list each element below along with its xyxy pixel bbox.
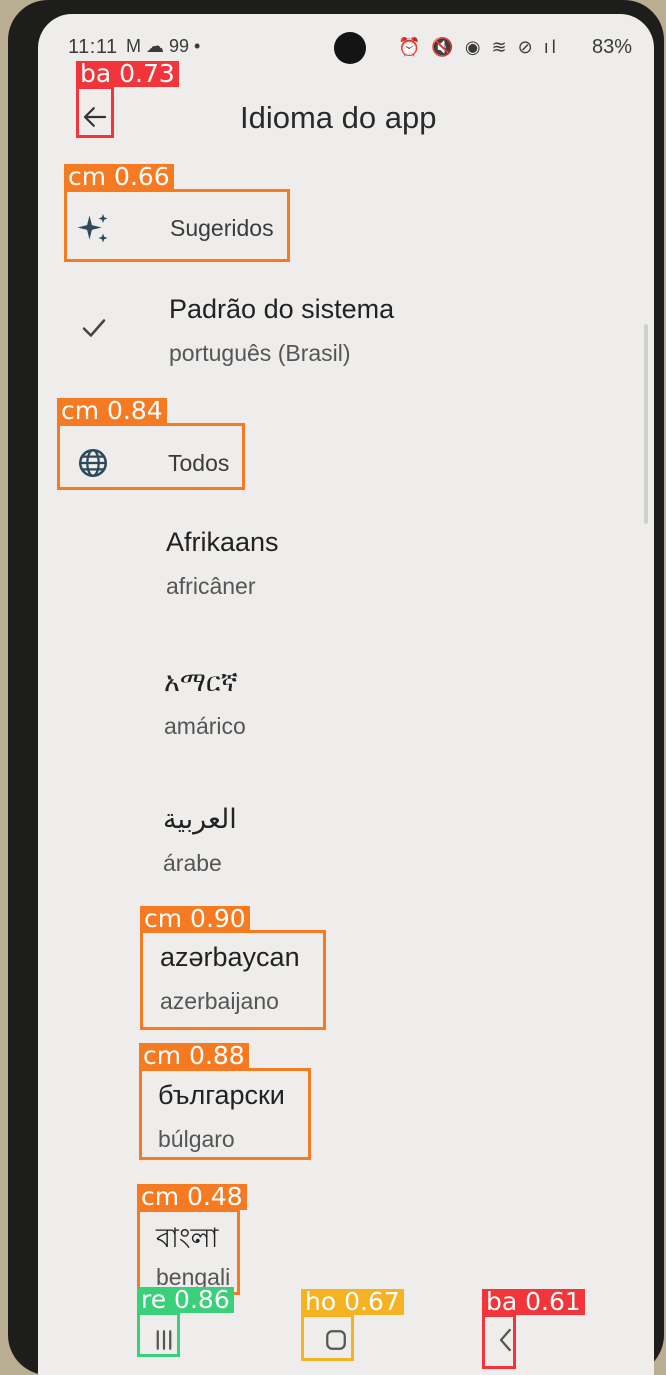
system-status-icons: ⏰ 🔇 ◉ ≋ ⊘ ıl [398,37,559,57]
back-button[interactable] [76,92,114,142]
recents-icon [156,1330,172,1350]
detection-label: re 0.86 [137,1287,234,1313]
language-subtitle: árabe [163,850,222,876]
language-subtitle: búlgaro [158,1126,235,1152]
detection-label: ho 0.67 [301,1289,404,1315]
sparkle-icon [74,209,114,249]
detection-label: cm 0.66 [64,164,174,190]
scrollbar[interactable] [644,324,648,524]
home-button[interactable] [314,1318,358,1362]
language-row[interactable]: አማርኛ amárico [38,659,654,764]
globe-icon [72,442,114,484]
language-row[interactable]: العربية árabe [38,796,654,901]
suggested-header-label: Sugeridos [170,215,274,241]
language-name: azərbaycan [160,942,300,972]
page-title: Idioma do app [240,100,437,135]
nav-back-button[interactable] [484,1318,528,1362]
language-subtitle: azerbaijano [160,988,279,1014]
detection-label: cm 0.90 [140,906,250,932]
recents-button[interactable] [142,1318,186,1362]
language-row[interactable]: български búlgaro [38,1072,654,1177]
chevron-left-icon [499,1328,511,1352]
detection-label: ba 0.61 [482,1289,585,1315]
arrow-left-icon [83,107,107,127]
check-icon [74,308,114,348]
language-name: Padrão do sistema [169,294,395,324]
language-row[interactable]: Afrikaans africâner [38,519,654,624]
language-name: български [158,1080,285,1110]
language-subtitle: amárico [164,713,246,739]
language-name: العربية [163,804,237,834]
language-name: አማርኛ [164,667,238,697]
language-name: বাংলা [156,1223,219,1253]
language-name: Afrikaans [166,527,279,557]
detection-label: ba 0.73 [76,61,179,87]
front-camera [334,32,366,64]
suggested-section-header: Sugeridos [38,199,654,259]
all-header-label: Todos [168,450,230,476]
notification-icons: M ☁ 99 • [126,36,201,56]
detection-label: cm 0.48 [137,1184,247,1210]
language-row-system-default[interactable]: Padrão do sistema português (Brasil) [38,284,654,389]
status-time: 11:11 [68,36,118,58]
screen: 11:11 M ☁ 99 • ⏰ 🔇 ◉ ≋ ⊘ ıl 83% Idioma d… [38,14,654,1375]
detection-label: cm 0.84 [57,398,167,424]
phone-frame: 11:11 M ☁ 99 • ⏰ 🔇 ◉ ≋ ⊘ ıl 83% Idioma d… [8,0,664,1375]
battery-level: 83% [591,36,632,58]
language-row[interactable]: azərbaycan azerbaijano [38,934,654,1039]
home-icon [326,1330,346,1350]
language-subtitle: português (Brasil) [169,340,351,366]
all-section-header: Todos [38,434,654,494]
detection-label: cm 0.88 [139,1043,249,1069]
app-bar: Idioma do app [38,84,654,154]
language-subtitle: africâner [166,573,256,599]
